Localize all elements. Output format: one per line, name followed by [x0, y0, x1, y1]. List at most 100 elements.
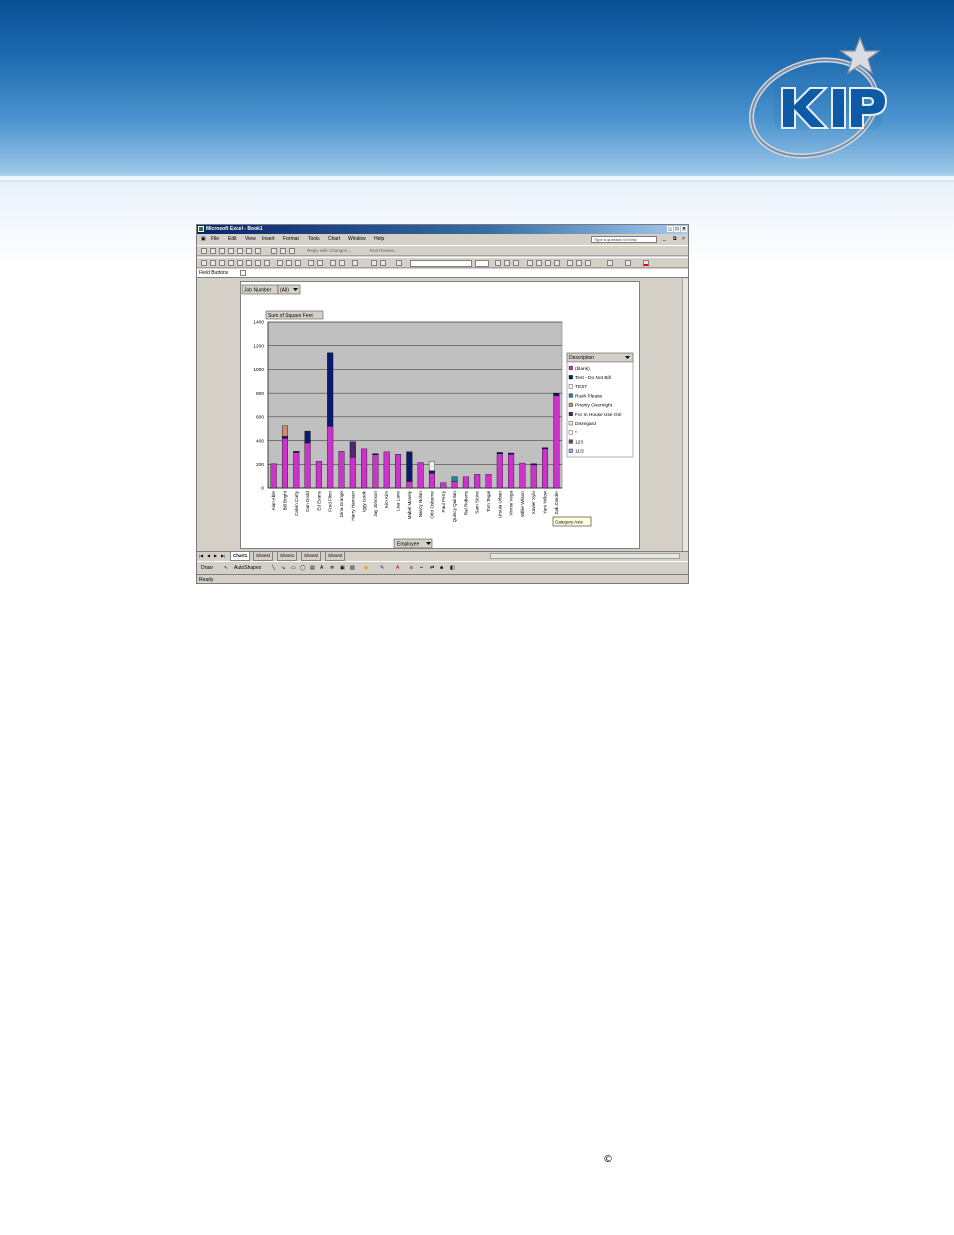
bar-segment[interactable] — [406, 451, 413, 482]
diagram-icon[interactable]: ✲ — [330, 562, 334, 574]
reply-with-changes-button[interactable]: Reply with Changes... — [307, 246, 351, 256]
picture-icon[interactable]: ▨ — [350, 562, 355, 574]
plot-area[interactable] — [267, 321, 563, 489]
underline-icon[interactable] — [513, 260, 519, 266]
bar-segment[interactable] — [315, 461, 322, 489]
bar-segment[interactable] — [542, 448, 549, 489]
autosum-icon[interactable] — [339, 260, 345, 266]
new-icon[interactable] — [201, 260, 207, 266]
menu-chart[interactable]: Chart — [328, 234, 340, 245]
last-sheet-icon[interactable]: ▶| — [221, 553, 225, 559]
bar-segment[interactable] — [508, 454, 515, 489]
arrow-icon[interactable]: ↘ — [281, 562, 285, 574]
drawing-icon[interactable] — [380, 260, 386, 266]
tab-sheet4[interactable]: Sheet4 — [253, 552, 274, 561]
horizontal-scrollbar[interactable] — [490, 553, 680, 559]
bar-segment[interactable] — [270, 463, 277, 489]
toolbar-icon[interactable] — [237, 248, 243, 254]
bar-segment[interactable] — [542, 447, 549, 450]
chart-area[interactable]: Job Number (All) Sum of Square Feet 0 200… — [240, 281, 640, 549]
bar-segment[interactable] — [293, 451, 300, 453]
bar-segment[interactable] — [485, 474, 492, 489]
menu-tools[interactable]: Tools — [308, 234, 320, 245]
bold-icon[interactable] — [495, 260, 501, 266]
select-objects-icon[interactable]: ↖ — [224, 562, 228, 574]
tab-chart1[interactable]: Chart1 — [230, 552, 251, 561]
line-style-icon[interactable]: ≡ — [410, 562, 413, 574]
bar-segment[interactable] — [327, 426, 334, 489]
help-icon[interactable] — [396, 260, 402, 266]
fill-color-icon[interactable] — [625, 260, 631, 266]
print-icon[interactable] — [246, 260, 252, 266]
bar-segment[interactable] — [440, 482, 447, 489]
print-preview-icon[interactable] — [255, 260, 261, 266]
wordart-icon[interactable]: A — [320, 562, 323, 574]
bar-segment[interactable] — [304, 442, 311, 489]
bar-segment[interactable] — [519, 462, 526, 489]
search-icon[interactable] — [237, 260, 243, 266]
toolbar-icon[interactable] — [219, 248, 225, 254]
bar-segment[interactable] — [496, 453, 503, 489]
doc-restore-button[interactable]: ⧉ — [673, 234, 677, 245]
cut-icon[interactable] — [277, 260, 283, 266]
chevron-down-icon[interactable] — [240, 270, 246, 276]
percent-icon[interactable] — [576, 260, 582, 266]
toolbar-icon[interactable] — [210, 248, 216, 254]
bar-segment[interactable] — [281, 436, 288, 439]
toolbar-icon[interactable] — [228, 248, 234, 254]
toolbar-icon[interactable] — [255, 248, 261, 254]
bar-segment[interactable] — [428, 461, 435, 471]
bar-segment[interactable] — [281, 438, 288, 489]
prev-sheet-icon[interactable]: ◀ — [207, 553, 210, 559]
close-button[interactable]: × — [681, 226, 687, 232]
minimize-button[interactable]: _ — [667, 226, 673, 232]
maximize-button[interactable]: □ — [674, 226, 680, 232]
font-name-select[interactable] — [410, 260, 472, 267]
menu-edit[interactable]: Edit — [228, 234, 237, 245]
bar-segment[interactable] — [338, 451, 345, 489]
shadow-icon[interactable]: ■ — [440, 562, 443, 574]
font-size-select[interactable] — [475, 260, 489, 267]
spelling-icon[interactable] — [264, 260, 270, 266]
bar-segment[interactable] — [361, 448, 368, 489]
vertical-scrollbar[interactable] — [682, 279, 688, 551]
bar-segment[interactable] — [372, 453, 379, 455]
bar-segment[interactable] — [281, 425, 288, 437]
paste-icon[interactable] — [295, 260, 301, 266]
end-review-button[interactable]: End Review... — [370, 246, 398, 256]
autoshapes-menu-button[interactable]: AutoShapes — [234, 562, 261, 574]
bar-segment[interactable] — [304, 430, 311, 444]
next-sheet-icon[interactable]: ▶ — [214, 553, 217, 559]
bar-segment[interactable] — [349, 456, 356, 489]
first-sheet-icon[interactable]: |◀ — [199, 553, 203, 559]
font-color-icon[interactable] — [643, 260, 649, 266]
bar-segment[interactable] — [417, 462, 424, 489]
bar-segment[interactable] — [496, 452, 503, 454]
menu-insert[interactable]: Insert — [262, 234, 275, 245]
tab-sheet1[interactable]: Sheet1 — [277, 552, 298, 561]
align-left-icon[interactable] — [527, 260, 533, 266]
field-buttons-label[interactable]: Field Buttons — [199, 270, 228, 276]
bar-segment[interactable] — [428, 473, 435, 489]
fill-color-icon[interactable]: ◆ — [364, 562, 368, 574]
tab-sheet3[interactable]: Sheet3 — [325, 552, 346, 561]
toolbar-icon[interactable] — [246, 248, 252, 254]
toolbar-icon[interactable] — [289, 248, 295, 254]
italic-icon[interactable] — [504, 260, 510, 266]
toolbar-icon[interactable] — [201, 248, 207, 254]
chart-wizard-icon[interactable] — [371, 260, 377, 266]
toolbar-icon[interactable] — [280, 248, 286, 254]
draw-menu-button[interactable]: Draw — [201, 562, 213, 574]
hyperlink-icon[interactable] — [330, 260, 336, 266]
sort-icon[interactable] — [352, 260, 358, 266]
borders-icon[interactable] — [607, 260, 613, 266]
font-color-icon[interactable]: A — [396, 562, 399, 574]
dash-style-icon[interactable]: ┅ — [420, 562, 423, 574]
textbox-icon[interactable]: ▤ — [310, 562, 315, 574]
bar-segment[interactable] — [530, 463, 537, 466]
save-icon[interactable] — [219, 260, 225, 266]
excel-doc-icon[interactable]: ▣ — [201, 234, 206, 245]
open-icon[interactable] — [210, 260, 216, 266]
bar-segment[interactable] — [553, 395, 560, 489]
currency-icon[interactable] — [567, 260, 573, 266]
